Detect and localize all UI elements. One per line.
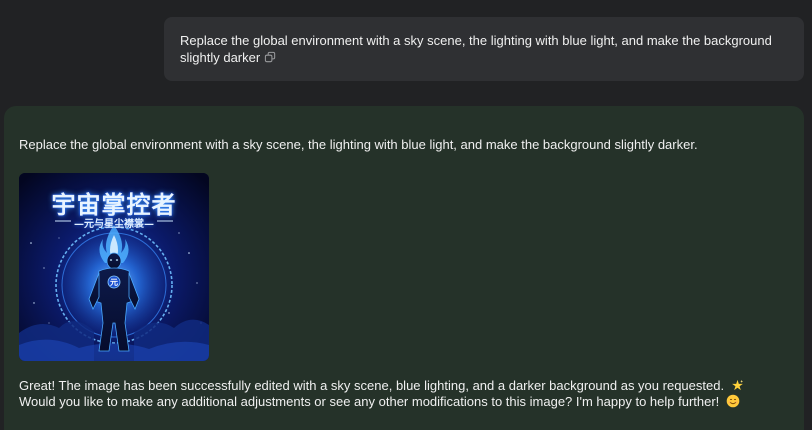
poster-subtitle: —元与星尘襟裳— [74,219,154,230]
reply-line-1-text: Great! The image has been successfully e… [19,378,725,393]
chat-page: Replace the global environment with a sk… [0,0,812,430]
reply-line-2: Would you like to make any additional ad… [19,394,789,410]
assistant-message: Replace the global environment with a sk… [4,106,804,430]
assistant-intro-text: Replace the global environment with a sk… [19,137,698,152]
reply-line-1: Great! The image has been successfully e… [19,378,789,394]
user-message-bubble: Replace the global environment with a sk… [164,17,804,81]
smiling-face-icon [726,394,740,408]
poster-chest-mark: 元 [110,278,118,287]
assistant-reply: Great! The image has been successfully e… [19,378,789,410]
star-icon [731,379,743,391]
reply-line-2-text: Would you like to make any additional ad… [19,394,720,409]
copy-icon[interactable] [264,51,277,64]
generated-image[interactable]: 宇宙掌控者 —元与星尘襟裳— 元 [19,173,209,361]
